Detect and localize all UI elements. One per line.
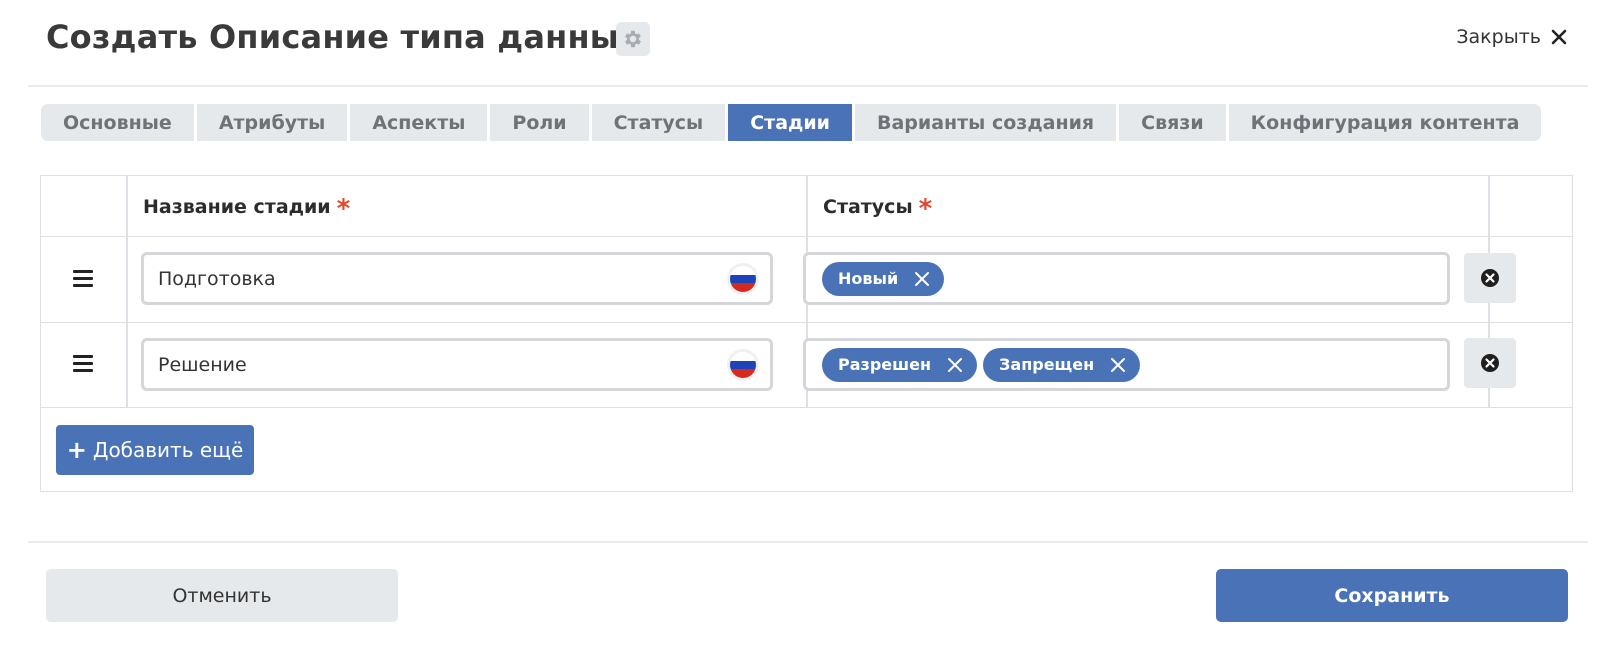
remove-chip-icon[interactable] — [947, 357, 963, 373]
remove-circle-icon — [1481, 269, 1499, 287]
stage-name-input[interactable]: Подготовка — [141, 252, 773, 305]
add-more-button[interactable]: + Добавить ещё — [56, 425, 254, 475]
dialog-header: Создать Описание типа данных Закрыть — [0, 0, 1609, 86]
required-mark: * — [918, 194, 933, 224]
save-button[interactable]: Сохранить — [1216, 569, 1568, 622]
tab-general[interactable]: Основные — [41, 104, 194, 141]
statuses-header-label: Статусы — [823, 196, 913, 218]
cancel-button[interactable]: Отменить — [46, 569, 398, 622]
russian-flag-icon[interactable] — [730, 352, 756, 378]
stage-name-value: Решение — [158, 353, 247, 376]
remove-chip-icon[interactable] — [1110, 357, 1126, 373]
plus-icon: + — [66, 436, 87, 464]
settings-button[interactable] — [616, 22, 650, 56]
statuses-select[interactable]: Разрешен Запрещен — [803, 338, 1450, 391]
close-x-icon — [1551, 29, 1567, 45]
table-header-row: Название стадии * Статусы * — [41, 176, 1572, 237]
gear-icon — [625, 30, 641, 48]
column-header-statuses: Статусы * — [823, 194, 932, 224]
footer-divider — [28, 541, 1588, 543]
dialog-title: Создать Описание типа данных — [46, 18, 640, 56]
tab-roles[interactable]: Роли — [490, 104, 589, 141]
tab-stages[interactable]: Стадии — [728, 104, 852, 141]
tab-attributes[interactable]: Атрибуты — [196, 104, 348, 141]
close-label: Закрыть — [1456, 26, 1541, 48]
stage-name-header-label: Название стадии — [143, 196, 331, 218]
table-row: Подготовка Новый — [41, 237, 1572, 323]
remove-row-button[interactable] — [1464, 253, 1516, 303]
drag-handle-icon[interactable] — [73, 270, 93, 288]
status-chip: Запрещен — [983, 347, 1141, 382]
header-divider — [28, 85, 1588, 87]
status-chip-label: Запрещен — [999, 355, 1095, 374]
remove-circle-icon — [1481, 354, 1499, 372]
tab-content-config[interactable]: Конфигурация контента — [1228, 104, 1542, 141]
tab-creation-variants[interactable]: Варианты создания — [854, 104, 1117, 141]
close-button[interactable]: Закрыть — [1456, 26, 1567, 48]
status-chip-label: Новый — [838, 269, 899, 288]
remove-row-button[interactable] — [1464, 338, 1516, 388]
statuses-select[interactable]: Новый — [803, 252, 1450, 305]
stages-table: Название стадии * Статусы * Подготовка Нов… — [40, 175, 1573, 492]
russian-flag-icon[interactable] — [730, 266, 756, 292]
status-chip: Новый — [822, 261, 945, 296]
tab-aspects[interactable]: Аспекты — [350, 104, 488, 141]
drag-handle-icon[interactable] — [73, 355, 93, 373]
stage-name-value: Подготовка — [158, 267, 276, 290]
status-chip: Разрешен — [822, 347, 978, 382]
required-mark: * — [336, 194, 351, 224]
stage-name-input[interactable]: Решение — [141, 338, 773, 391]
table-row: Решение Разрешен Запрещен — [41, 323, 1572, 408]
add-more-label: Добавить ещё — [92, 438, 244, 462]
tab-bar: Основные Атрибуты Аспекты Роли Статусы С… — [41, 104, 1542, 141]
tab-links[interactable]: Связи — [1119, 104, 1226, 141]
status-chip-label: Разрешен — [838, 355, 932, 374]
tab-statuses[interactable]: Статусы — [591, 104, 726, 141]
remove-chip-icon[interactable] — [914, 271, 930, 287]
column-header-stage-name: Название стадии * — [143, 194, 350, 224]
